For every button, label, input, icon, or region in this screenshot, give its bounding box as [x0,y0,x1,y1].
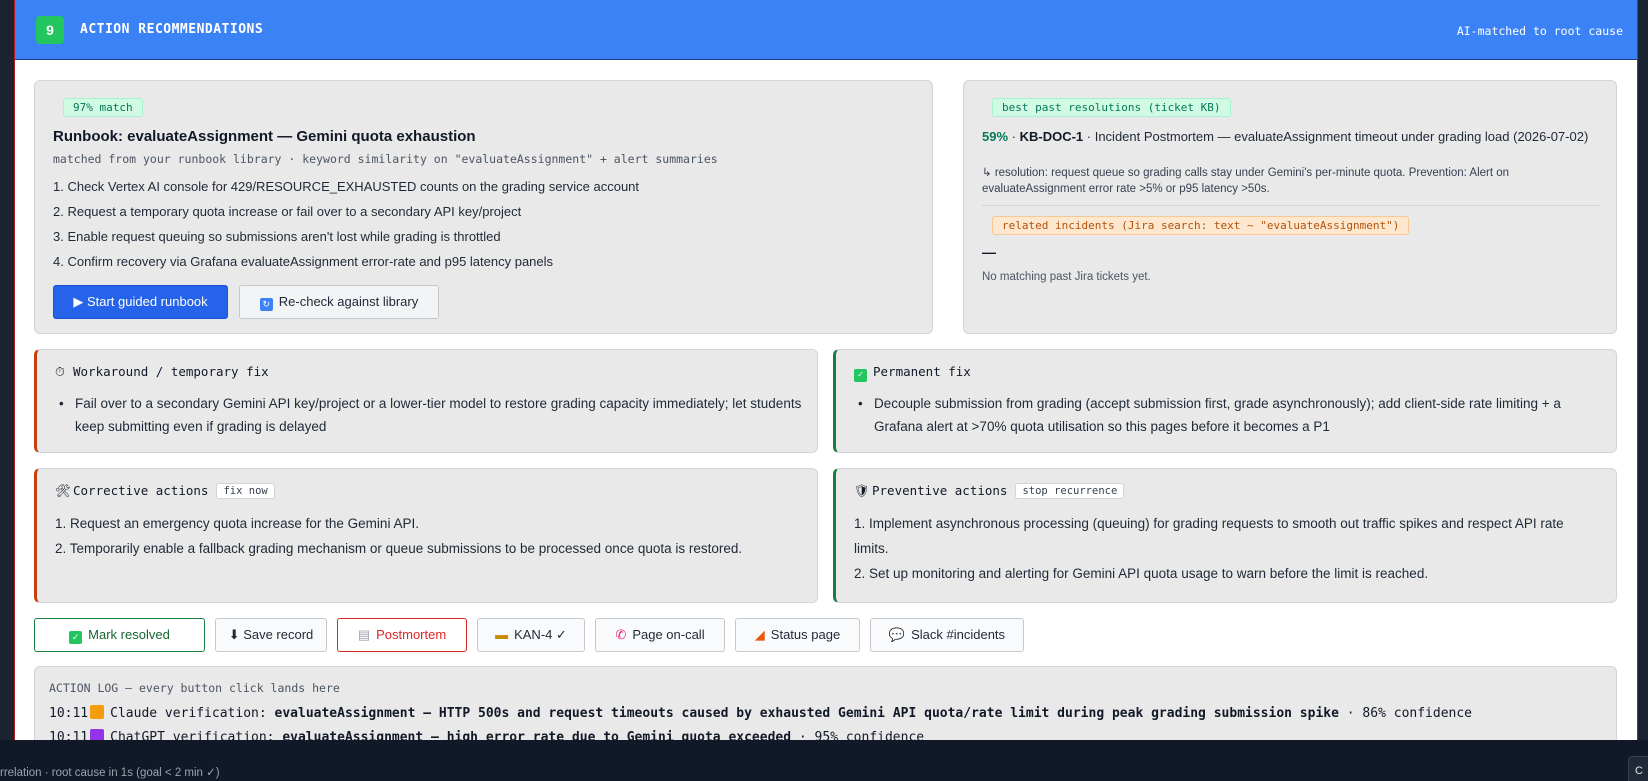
kb-doc-id[interactable]: KB-DOC-1 [1020,129,1084,144]
postmortem-label: Postmortem [376,627,447,642]
stopwatch-icon: ⏱ [55,364,65,379]
corrective-item: 1. Request an emergency quota increase f… [55,516,419,531]
status-bar-button[interactable]: C [1628,756,1648,781]
start-guided-runbook-button[interactable]: ▶ Start guided runbook [53,285,228,319]
match-badge: 97% match [63,98,143,117]
divider [982,205,1600,206]
check-icon: ✓ [854,369,867,382]
log-prefix: ChatGPT verification: [110,730,283,740]
runbook-card: 97% match Runbook: evaluateAssignment — … [34,80,933,334]
shield-icon: 🛡 [854,483,870,498]
log-suffix: · 86% confidence [1338,706,1473,721]
log-finding: evaluateAssignment — high error rate due… [282,730,792,740]
log-row: 10:11 ChatGPT verification: evaluateAssig… [49,729,924,740]
corrective-actions-card: 🛠 Corrective actions fix now 1. Request an… [34,468,818,603]
step-number-badge: 9 [36,16,64,44]
log-suffix: · 95% confidence [791,730,925,740]
kb-doc-summary: 59% · KB-DOC-1 · Incident Postmortem — e… [982,129,1589,144]
preventive-item: 2. Set up monitoring and alerting for Ge… [854,566,1429,581]
refresh-icon: ↻ [259,297,273,311]
log-time: 10:11 [49,706,89,721]
log-prefix: Claude verification: [110,706,275,721]
runbook-title: Runbook: evaluateAssignment — Gemini quo… [53,128,476,145]
corrective-title: Corrective actions [73,483,209,498]
workaround-heading: ⏱ Workaround / temporary fix [55,364,269,380]
log-row: 10:11 Claude verification: evaluateAssign… [49,705,1472,721]
preventive-actions-card: 🛡 Preventive actions stop recurrence 1. Im… [833,468,1617,603]
corrective-item: 2. Temporarily enable a fallback grading… [55,541,743,556]
page-oncall-label: Page on-call [632,627,705,642]
permanent-fix-card: ✓ Permanent fix Decouple submission from … [833,349,1617,453]
page-oncall-button[interactable]: ✆ Page on-call [595,618,725,652]
runbook-steps: 1. Check Vertex AI console for 429/RESOU… [53,177,913,277]
related-dash: — [982,244,996,260]
status-page-label: Status page [770,627,841,642]
tools-icon: 🛠 [55,483,71,498]
mark-resolved-label: Mark resolved [88,626,170,642]
runbook-subtitle: matched from your runbook library · keyw… [53,152,718,166]
megaphone-icon: ◢ [754,627,765,642]
permanent-title: Permanent fix [873,364,971,379]
kb-percent: 59% [982,129,1009,144]
related-empty-text: No matching past Jira tickets yet. [982,271,1151,283]
preventive-list: 1. Implement asynchronous processing (qu… [854,511,1594,586]
preventive-title: Preventive actions [872,483,1008,498]
kb-doc-title: Incident Postmortem — evaluateAssignment… [1094,129,1589,144]
jira-label: KAN-4 ✓ [514,627,567,642]
ticket-icon: ▬ [495,627,509,642]
slack-incidents-button[interactable]: 💬 Slack #incidents [870,618,1024,652]
workaround-title: Workaround / temporary fix [73,364,269,379]
check-icon: ✓ [69,630,83,644]
status-text: rrelation · root cause in 1s (goal < 2 m… [0,767,220,779]
mark-resolved-button[interactable]: ✓ Mark resolved [34,618,205,652]
preventive-item: 1. Implement asynchronous processing (qu… [854,516,1564,556]
phone-icon: ✆ [615,627,627,642]
permanent-heading: ✓ Permanent fix [854,364,971,382]
section-header: 9 ACTION RECOMMENDATIONS AI-matched to r… [15,0,1637,60]
section-title: ACTION RECOMMENDATIONS [80,22,264,37]
chatgpt-icon [90,729,105,740]
jira-ticket-button[interactable]: ▬ KAN-4 ✓ [477,618,585,652]
permanent-text: Decouple submission from grading (accept… [858,392,1604,438]
postmortem-button[interactable]: ▤ Postmortem [337,618,467,652]
recheck-label: Re-check against library [278,293,419,309]
workaround-text: Fail over to a secondary Gemini API key/… [59,392,805,438]
kb-tag: best past resolutions (ticket KB) [992,98,1231,117]
workaround-card: ⏱ Workaround / temporary fix Fail over to… [34,349,818,453]
section-subtitle: AI-matched to root cause [1456,24,1623,38]
bottom-status-bar: rrelation · root cause in 1s (goal < 2 m… [0,740,1648,781]
runbook-step: 2. Request a temporary quota increase or… [53,204,522,219]
action-log[interactable]: ACTION LOG — every button click lands he… [34,666,1617,740]
slack-label: Slack #incidents [911,627,1006,642]
recheck-library-button[interactable]: ↻ Re-check against library [239,285,439,319]
log-finding: evaluateAssignment — HTTP 500s and reque… [274,706,1339,721]
runbook-step: 1. Check Vertex AI console for 429/RESOU… [53,179,640,194]
runbook-step: 3. Enable request queuing so submissions… [53,229,501,244]
speech-bubble-icon: 💬 [888,627,906,642]
action-recommendations-panel: 9 ACTION RECOMMENDATIONS AI-matched to r… [14,0,1638,740]
corrective-heading: 🛠 Corrective actions fix now [55,483,275,499]
stop-recurrence-tag: stop recurrence [1015,483,1125,499]
claude-icon [90,705,105,719]
action-log-header: ACTION LOG — every button click lands he… [49,681,340,695]
status-page-button[interactable]: ◢ Status page [735,618,860,652]
preventive-heading: 🛡 Preventive actions stop recurrence [854,483,1125,499]
log-time: 10:11 [49,730,89,740]
corrective-list: 1. Request an emergency quota increase f… [55,511,795,561]
related-incidents-tag: related incidents (Jira search: text ~ "… [992,216,1410,235]
runbook-step: 4. Confirm recovery via Grafana evaluate… [53,254,554,269]
kb-resolution: ↳ resolution: request queue so grading c… [982,167,1510,195]
save-record-button[interactable]: ⬇ Save record [215,618,327,652]
ticket-kb-card: best past resolutions (ticket KB) 59% · … [963,80,1617,334]
fix-now-tag: fix now [216,483,275,499]
document-icon: ▤ [357,627,371,642]
